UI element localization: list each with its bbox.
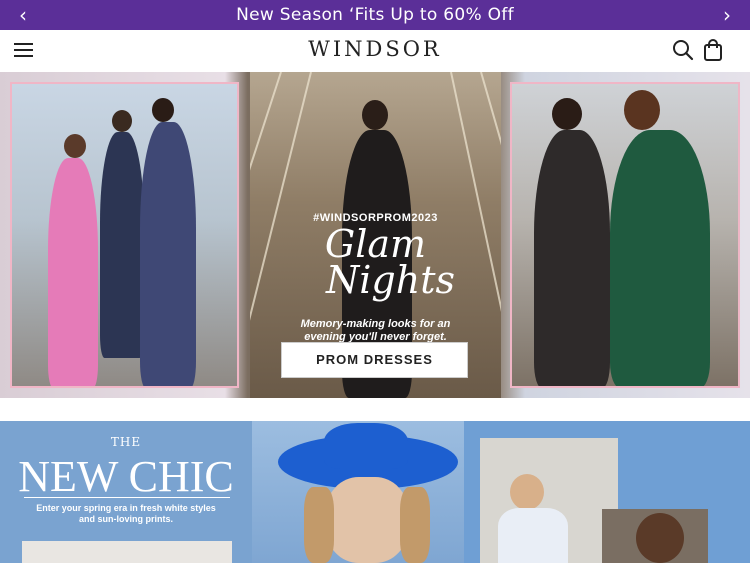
prom-photo-left (10, 82, 239, 388)
promo-text[interactable]: New Season ‘Fits Up to 60% Off (0, 5, 750, 25)
new-chic-subtitle: Enter your spring era in fresh white sty… (36, 503, 216, 524)
chevron-right-icon[interactable]: › (716, 4, 738, 26)
new-chic-banner[interactable]: THE NEW CHIC Enter your spring era in fr… (0, 421, 750, 563)
hero-tagline: Memory-making looks for an evening you'l… (300, 318, 451, 343)
site-header: WINDSOR (0, 30, 750, 72)
prom-photo-right (510, 82, 740, 388)
new-chic-photo-floral (480, 438, 618, 563)
prom-dresses-button[interactable]: PROM DRESSES (281, 342, 468, 378)
new-chic-title: NEW CHIC (18, 452, 234, 501)
search-icon[interactable] (672, 39, 694, 61)
shopping-bag-icon[interactable] (703, 39, 723, 61)
hero-script-title-line2: Nights (326, 258, 455, 302)
new-chic-photo-bottom (22, 541, 232, 563)
windsor-logo[interactable]: WINDSOR (0, 37, 750, 61)
new-chic-divider (24, 497, 230, 498)
new-chic-photo-hat (252, 421, 464, 563)
new-chic-eyebrow: THE (110, 435, 142, 449)
promo-bar: ‹ New Season ‘Fits Up to 60% Off › (0, 0, 750, 30)
new-chic-photo-portrait (602, 509, 708, 563)
